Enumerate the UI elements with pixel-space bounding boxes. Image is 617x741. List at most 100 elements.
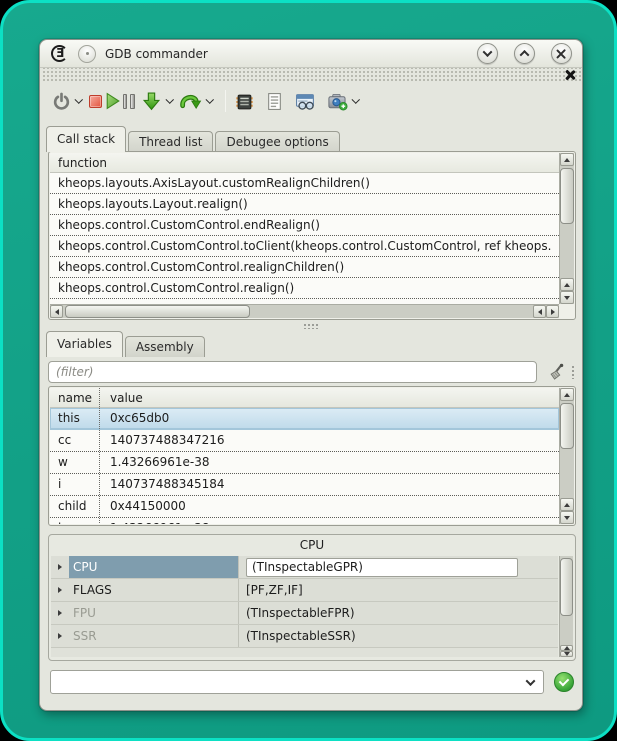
cpu-chip-icon bbox=[235, 92, 254, 111]
scroll-down-button[interactable] bbox=[560, 651, 573, 657]
scroll-up-button[interactable] bbox=[560, 388, 574, 401]
scrollbar-thumb[interactable] bbox=[65, 305, 250, 318]
chevron-up-icon bbox=[520, 50, 530, 60]
splitter-grip-icon bbox=[303, 323, 319, 329]
scroll-down-button[interactable] bbox=[560, 511, 574, 524]
register-row-cpu[interactable]: CPU (TInspectableGPR) bbox=[51, 556, 558, 579]
watch-window-button[interactable] bbox=[295, 88, 316, 114]
power-dropdown-icon[interactable] bbox=[75, 96, 83, 104]
variables-vertical-scrollbar[interactable] bbox=[559, 388, 574, 524]
cpu-register-grid: CPU (TInspectableGPR) FLAGS [PF,ZF,IF] F… bbox=[51, 556, 558, 657]
step-over-dropdown-icon[interactable] bbox=[206, 96, 214, 104]
gdb-command-input[interactable] bbox=[52, 672, 521, 692]
callstack-list: function kheops.layouts.AxisLayout.custo… bbox=[50, 153, 559, 304]
cpu-view-button[interactable] bbox=[235, 88, 254, 114]
gdb-command-combobox[interactable] bbox=[50, 670, 544, 694]
titlebar: Ǝ GDB commander bbox=[40, 40, 582, 68]
callstack-row[interactable]: kheops.control.CustomControl.realignChil… bbox=[50, 257, 559, 278]
debug-toolbar bbox=[40, 84, 582, 118]
check-icon bbox=[559, 675, 570, 686]
callstack-row[interactable]: kheops.control.CustomControl.toClient(kh… bbox=[50, 236, 559, 257]
panel-splitter[interactable] bbox=[40, 321, 582, 331]
callstack-row[interactable]: kheops.control.CustomControl.endRealign(… bbox=[50, 215, 559, 236]
send-command-button[interactable] bbox=[554, 672, 574, 692]
window-title: GDB commander bbox=[105, 47, 208, 61]
register-row-ssr[interactable]: SSR (TInspectableSSR) bbox=[51, 625, 558, 648]
scroll-down-button[interactable] bbox=[560, 291, 574, 304]
expander-icon[interactable] bbox=[51, 633, 69, 639]
broom-icon bbox=[547, 363, 566, 382]
power-button[interactable] bbox=[52, 88, 71, 114]
message-list-button[interactable] bbox=[266, 88, 283, 114]
variable-row-i[interactable]: i 140737488345184 bbox=[50, 474, 559, 496]
run-button[interactable] bbox=[104, 88, 121, 114]
expander-icon[interactable] bbox=[51, 564, 69, 570]
combo-dropdown-icon[interactable] bbox=[526, 676, 536, 686]
scrollbar-thumb[interactable] bbox=[560, 168, 574, 224]
callstack-row[interactable]: kheops.layouts.Layout.realign() bbox=[50, 194, 559, 215]
register-row-flags[interactable]: FLAGS [PF,ZF,IF] bbox=[51, 579, 558, 602]
step-into-button[interactable] bbox=[141, 88, 162, 114]
tab-debugee-options[interactable]: Debugee options bbox=[215, 131, 339, 152]
scroll-up-button[interactable] bbox=[560, 498, 574, 511]
scroll-right-button[interactable] bbox=[546, 305, 559, 318]
cpu-vertical-scrollbar[interactable] bbox=[559, 556, 573, 657]
variable-row-child[interactable]: child 0x44150000 bbox=[50, 496, 559, 518]
camera-add-icon bbox=[327, 92, 348, 111]
callstack-tabbar: Call stack Thread list Debugee options bbox=[46, 126, 340, 152]
callstack-panel: function kheops.layouts.AxisLayout.custo… bbox=[48, 151, 576, 320]
register-value-editor[interactable]: (TInspectableGPR) bbox=[246, 558, 518, 577]
window-menu-button[interactable] bbox=[78, 45, 96, 63]
shade-down-button[interactable] bbox=[477, 43, 498, 64]
pause-icon bbox=[123, 94, 135, 109]
expander-icon[interactable] bbox=[51, 587, 69, 593]
variable-row-this[interactable]: this 0xc65db0 bbox=[50, 408, 559, 430]
tab-thread-list[interactable]: Thread list bbox=[128, 131, 213, 152]
variables-filter-row bbox=[48, 360, 576, 384]
step-into-dropdown-icon[interactable] bbox=[165, 96, 173, 104]
tab-call-stack[interactable]: Call stack bbox=[46, 126, 126, 152]
clear-filter-button[interactable] bbox=[545, 361, 567, 383]
column-header-name[interactable]: name bbox=[50, 388, 100, 407]
pause-button[interactable] bbox=[123, 88, 135, 114]
filter-splitter-grip[interactable] bbox=[571, 365, 576, 379]
column-header-value[interactable]: value bbox=[100, 388, 559, 407]
variable-row-h[interactable]: h 1.43266961e-38 bbox=[50, 518, 559, 524]
dock-close-icon[interactable] bbox=[564, 69, 576, 81]
chevron-down-icon bbox=[483, 47, 493, 57]
variable-row-cc[interactable]: cc 140737488347216 bbox=[50, 430, 559, 452]
scroll-up-button[interactable] bbox=[560, 278, 574, 291]
scroll-up-button[interactable] bbox=[560, 153, 574, 166]
callstack-vertical-scrollbar[interactable] bbox=[559, 153, 574, 304]
expander-icon[interactable] bbox=[51, 610, 69, 616]
power-icon bbox=[52, 92, 71, 111]
tab-variables[interactable]: Variables bbox=[46, 331, 123, 357]
snapshot-button[interactable] bbox=[327, 88, 348, 114]
variables-tabbar: Variables Assembly bbox=[46, 331, 205, 357]
filter-input[interactable] bbox=[48, 361, 537, 383]
scroll-left-button[interactable] bbox=[533, 305, 546, 318]
snapshot-dropdown-icon[interactable] bbox=[351, 96, 359, 104]
variables-table: name value this 0xc65db0 cc 140737488347… bbox=[50, 388, 559, 524]
callstack-row[interactable]: kheops.control.CustomControl.realign() bbox=[50, 278, 559, 299]
register-row-fpu[interactable]: FPU (TInspectableFPR) bbox=[51, 602, 558, 625]
callstack-column-header[interactable]: function bbox=[50, 153, 559, 173]
play-icon bbox=[104, 92, 121, 110]
callstack-row[interactable]: kheops.layouts.AxisLayout.customRealignC… bbox=[50, 173, 559, 194]
cpu-group-title: CPU bbox=[49, 538, 575, 552]
callstack-horizontal-scrollbar[interactable] bbox=[50, 304, 559, 318]
scrollbar-thumb[interactable] bbox=[560, 558, 573, 616]
desktop-frame: Ǝ GDB commander bbox=[0, 0, 617, 741]
scroll-left-button[interactable] bbox=[50, 305, 63, 318]
scrollbar-thumb[interactable] bbox=[560, 403, 574, 449]
variable-row-w[interactable]: w 1.43266961e-38 bbox=[50, 452, 559, 474]
close-window-button[interactable] bbox=[551, 43, 572, 64]
dock-drag-handle[interactable] bbox=[41, 68, 583, 83]
step-over-button[interactable] bbox=[179, 88, 202, 114]
stop-button[interactable] bbox=[89, 88, 102, 114]
document-list-icon bbox=[266, 92, 283, 111]
tab-assembly[interactable]: Assembly bbox=[125, 336, 205, 357]
shade-up-button[interactable] bbox=[514, 43, 535, 64]
variables-header-row: name value bbox=[50, 388, 559, 408]
app-logo-icon: Ǝ bbox=[50, 44, 69, 63]
